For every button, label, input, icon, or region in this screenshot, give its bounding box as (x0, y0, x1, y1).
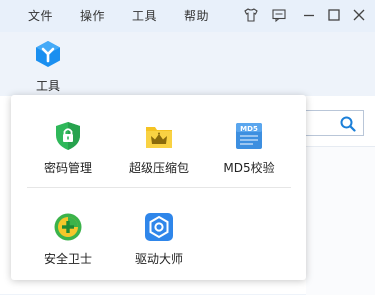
tool-password-manager-label: 密码管理 (43, 161, 92, 175)
svg-text:MD5: MD5 (240, 125, 258, 133)
tools-cube-icon (34, 40, 62, 68)
close-icon[interactable] (350, 7, 368, 25)
search-input[interactable] (300, 110, 364, 136)
tool-md5-check[interactable]: MD5 MD5校验 (204, 121, 294, 181)
menu-file[interactable]: 文件 (28, 7, 53, 24)
tool-super-zip-label: 超级压缩包 (128, 161, 189, 175)
tools-button[interactable]: 工具 (28, 40, 68, 96)
shirt-icon[interactable] (242, 7, 260, 25)
title-bar: 文件 操作 工具 帮助 (0, 0, 375, 32)
menu-tools[interactable]: 工具 (132, 7, 157, 24)
maximize-icon[interactable] (325, 7, 343, 25)
tool-md5-check-label: MD5校验 (223, 161, 275, 175)
driver-master-icon (144, 212, 174, 242)
tool-super-zip[interactable]: 超级压缩包 (114, 121, 204, 181)
tool-password-manager[interactable]: 密码管理 (23, 121, 113, 181)
menu-operation[interactable]: 操作 (80, 7, 105, 24)
security-guard-icon (53, 212, 83, 242)
password-shield-icon (53, 121, 83, 151)
tools-button-label: 工具 (35, 79, 60, 93)
zip-folder-icon (144, 121, 174, 151)
minimize-icon[interactable] (300, 7, 318, 25)
search-icon[interactable] (339, 115, 357, 133)
tool-security-guard[interactable]: 安全卫士 (23, 212, 113, 272)
feedback-icon[interactable] (270, 7, 288, 25)
md5-check-icon: MD5 (234, 121, 264, 151)
popup-divider (27, 187, 291, 188)
side-list (306, 146, 375, 295)
tool-driver-master[interactable]: 驱动大师 (114, 212, 204, 272)
tool-driver-master-label: 驱动大师 (134, 252, 183, 266)
tool-security-guard-label: 安全卫士 (43, 252, 92, 266)
tools-popup: 密码管理 超级压缩包 MD5 MD5校验 安全卫士 驱动大师 (11, 95, 306, 280)
menu-help[interactable]: 帮助 (184, 7, 209, 24)
